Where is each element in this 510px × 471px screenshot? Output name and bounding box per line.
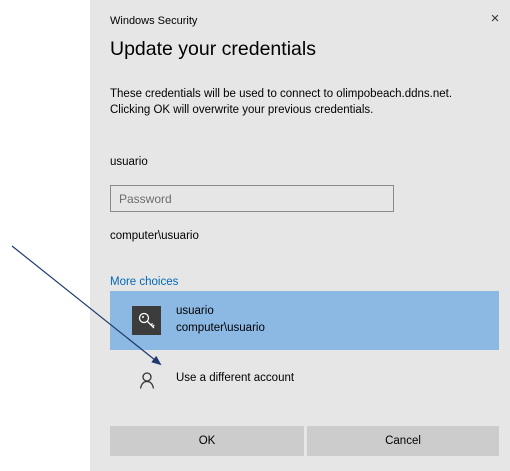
close-button[interactable]: × xyxy=(486,10,504,28)
ok-button[interactable]: OK xyxy=(110,426,304,456)
close-icon: × xyxy=(490,10,500,27)
use-different-account-option[interactable]: Use a different account xyxy=(110,358,499,402)
window-title: Windows Security xyxy=(110,15,198,27)
use-different-account-label: Use a different account xyxy=(176,372,295,384)
domain-user-label: computer\usuario xyxy=(110,230,199,242)
account-option-selected[interactable]: usuario computer\usuario xyxy=(110,291,499,350)
account-name: usuario xyxy=(176,305,214,317)
more-choices-link[interactable]: More choices xyxy=(110,276,178,288)
cancel-button-label: Cancel xyxy=(385,435,421,447)
ok-button-label: OK xyxy=(198,435,216,447)
username-label: usuario xyxy=(110,156,148,168)
dialog-heading: Update your credentials xyxy=(110,38,316,60)
password-field[interactable] xyxy=(110,185,394,212)
cancel-button[interactable]: Cancel xyxy=(307,426,499,456)
account-domain: computer\usuario xyxy=(176,322,265,334)
credentials-dialog: Windows Security × Update your credentia… xyxy=(90,0,510,471)
person-icon xyxy=(139,372,155,389)
dialog-description: These credentials will be used to connec… xyxy=(110,88,453,116)
key-icon xyxy=(132,306,161,335)
